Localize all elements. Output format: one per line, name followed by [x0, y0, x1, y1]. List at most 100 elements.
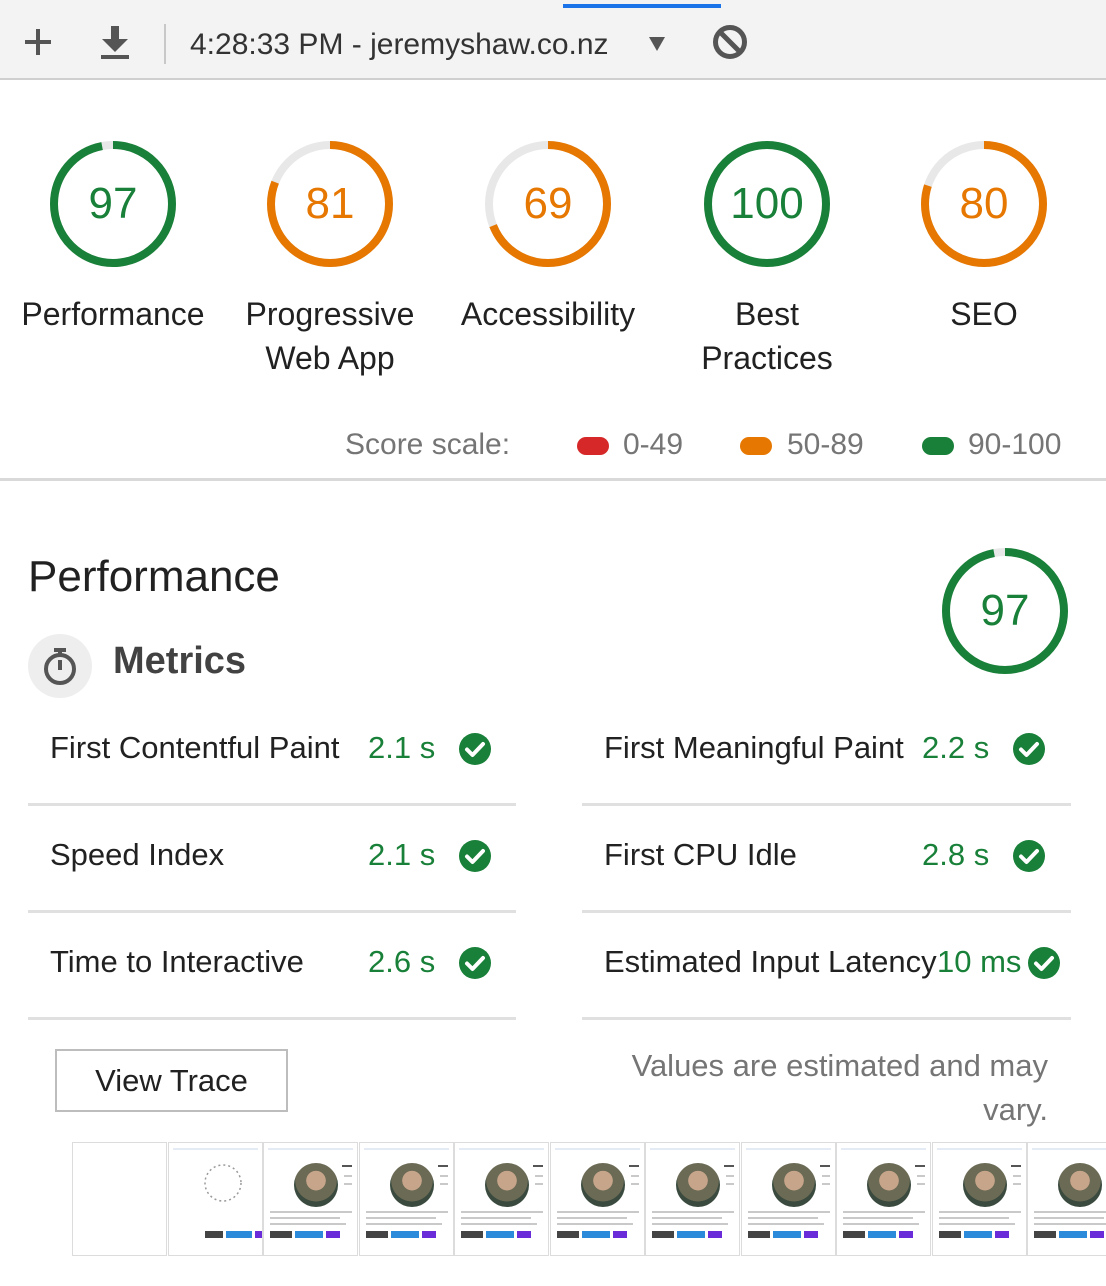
frame-heading-line	[342, 1165, 352, 1167]
category-label-line: Web App	[265, 340, 395, 376]
filmstrip-frame	[645, 1142, 740, 1256]
average-range-text: 50-89	[787, 428, 864, 461]
frame-text-line	[726, 1183, 734, 1185]
frame-header-line	[841, 1148, 926, 1150]
check-circle-icon	[1028, 947, 1060, 979]
caret-down-icon[interactable]	[648, 36, 666, 57]
frame-button	[204, 1231, 223, 1238]
frame-text-line	[630, 1175, 639, 1177]
filmstrip-frame	[549, 1142, 645, 1256]
category-label-line: Accessibility	[460, 296, 636, 332]
frame-button	[652, 1231, 674, 1238]
category-label-line: Practices	[701, 340, 833, 376]
score-scale-label: Score scale:	[345, 428, 511, 461]
frame-button	[938, 1231, 961, 1238]
frame-text-line	[630, 1183, 639, 1185]
fail-range-pill	[577, 437, 609, 455]
category-score-3: 100	[730, 179, 804, 228]
frame-text-line	[843, 1211, 925, 1213]
stopwatch-icon	[28, 634, 92, 698]
metric-divider	[28, 1017, 516, 1020]
check-circle-icon	[1013, 733, 1045, 765]
frame-button	[677, 1231, 705, 1238]
frame-button	[612, 1231, 627, 1238]
frame-heading-line	[533, 1165, 543, 1167]
frame-heading-line	[819, 1165, 830, 1167]
frame-text-line	[938, 1223, 1015, 1225]
frame-button	[581, 1231, 610, 1238]
category-label-1: Progressive Web App	[220, 292, 440, 380]
frame-button	[747, 1231, 770, 1238]
category-label-4: SEO	[874, 292, 1094, 336]
frame-text-line	[747, 1223, 824, 1225]
category-gauge-2[interactable]: 69	[483, 139, 613, 269]
frame-text-line	[652, 1223, 728, 1225]
metric-value: 2.1 s	[368, 837, 436, 872]
frame-button	[556, 1231, 579, 1238]
filmstrip-frame	[358, 1142, 454, 1256]
avatar	[389, 1163, 434, 1207]
metric-divider	[582, 910, 1071, 913]
category-score-4: 80	[959, 179, 1009, 228]
average-range-pill	[740, 437, 772, 455]
plus-icon[interactable]	[18, 22, 58, 62]
category-gauge-4[interactable]: 80	[919, 139, 1049, 269]
block-icon[interactable]	[710, 22, 750, 62]
frame-text-line	[461, 1223, 537, 1225]
frame-header-line	[554, 1148, 640, 1150]
frame-text-line	[556, 1223, 633, 1225]
category-label-line: Best	[734, 296, 800, 332]
download-icon[interactable]	[95, 22, 135, 62]
frame-button	[899, 1231, 913, 1238]
frame-header-line	[1032, 1148, 1106, 1150]
metrics-heading: Metrics	[113, 640, 247, 682]
frame-text-line	[938, 1217, 1009, 1219]
category-gauge-1[interactable]: 81	[265, 139, 395, 269]
frame-text-line	[556, 1217, 627, 1219]
frame-button	[254, 1231, 262, 1238]
frame-text-line	[270, 1223, 346, 1225]
frame-text-line	[1034, 1223, 1106, 1225]
avatar	[294, 1163, 338, 1207]
frame-text-line	[652, 1217, 722, 1219]
metric-name: Speed Index	[50, 837, 225, 872]
frame-button	[517, 1231, 531, 1238]
frame-button	[390, 1231, 419, 1238]
metric-value: 2.8 s	[922, 837, 990, 872]
category-label-line: Progressive	[245, 296, 415, 332]
performance-section-title: Performance	[28, 552, 280, 601]
avatar	[1058, 1163, 1102, 1207]
frame-text-line	[843, 1217, 913, 1219]
metric-name: First CPU Idle	[604, 837, 797, 872]
category-label-line: Performance	[21, 296, 205, 332]
frame-header-line	[363, 1148, 449, 1150]
section-divider	[0, 478, 1106, 481]
category-gauge-0[interactable]: 97	[48, 139, 178, 269]
report-selector-title[interactable]: 4:28:33 PM - jeremyshaw.co.nz	[190, 28, 609, 62]
category-gauge-3[interactable]: 100	[702, 139, 832, 269]
metric-value: 2.2 s	[922, 730, 990, 765]
frame-button	[843, 1231, 865, 1238]
metric-row: First CPU Idle 2.8 s	[582, 807, 1071, 913]
frame-heading-line	[628, 1165, 639, 1167]
avatar	[676, 1163, 720, 1207]
estimate-note: Values are estimated and may vary.	[631, 1048, 1048, 1127]
filmstrip-frame	[167, 1142, 263, 1256]
view-trace-button[interactable]: View Trace	[55, 1049, 288, 1112]
frame-heading-line	[437, 1165, 448, 1167]
frame-heading-line	[915, 1165, 925, 1167]
metric-name: Estimated Input Latency	[604, 944, 937, 979]
frame-text-line	[747, 1211, 830, 1213]
frame-text-line	[917, 1175, 925, 1177]
category-label-0: Performance	[3, 292, 223, 336]
frame-text-line	[535, 1183, 543, 1185]
category-score-1: 81	[305, 179, 355, 228]
frame-button	[326, 1231, 340, 1238]
metric-value: 2.1 s	[368, 730, 436, 765]
avatar	[485, 1163, 529, 1207]
check-circle-icon	[1013, 840, 1045, 872]
filmstrip-frame	[263, 1142, 358, 1256]
metric-divider	[28, 803, 516, 806]
frame-text-line	[821, 1175, 830, 1177]
frame-text-line	[270, 1217, 340, 1219]
